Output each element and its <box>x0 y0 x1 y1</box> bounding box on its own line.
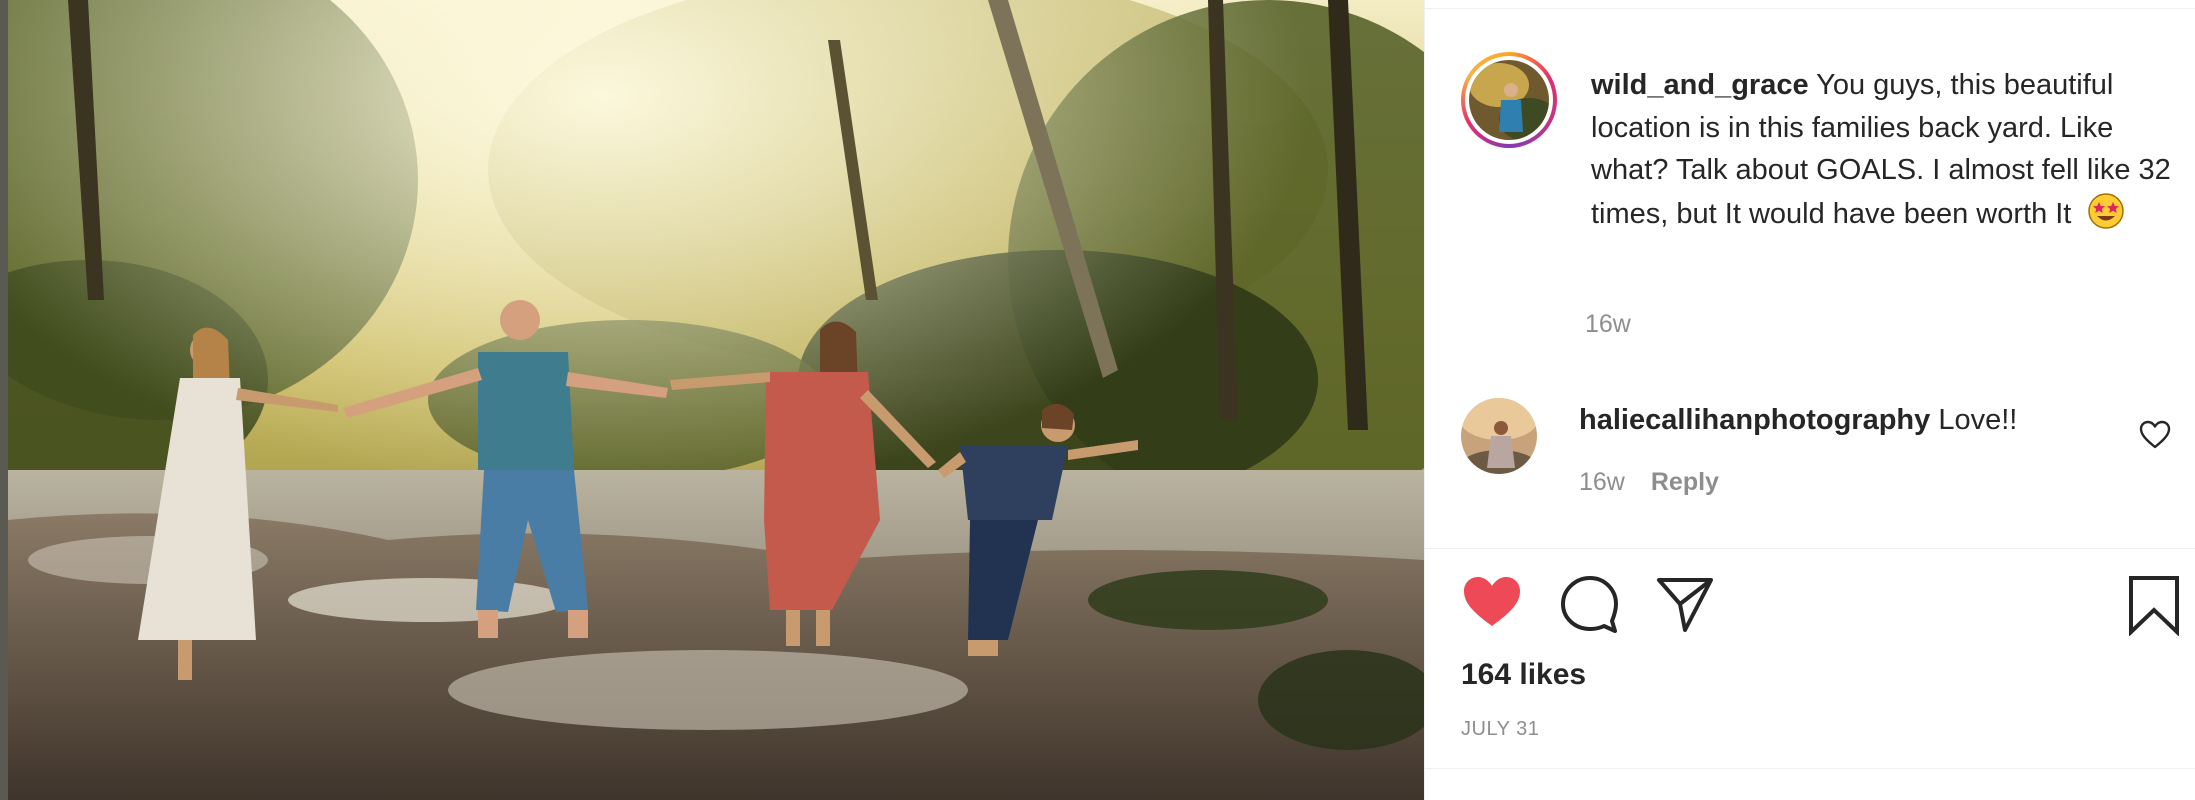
post-photo[interactable] <box>0 0 1424 800</box>
share-icon <box>1657 578 1713 632</box>
likes-count[interactable]: 164 likes <box>1461 658 1586 692</box>
like-button[interactable] <box>1461 574 1523 630</box>
divider <box>1425 768 2195 769</box>
comment-text: haliecallihanphotography Love!! <box>1579 402 2017 438</box>
share-button[interactable] <box>1655 574 1715 634</box>
post-image <box>8 0 1424 800</box>
caption: wild_and_grace You guys, this beautiful … <box>1461 52 2171 235</box>
author-avatar-story-ring[interactable] <box>1461 52 1557 148</box>
divider <box>1425 8 2195 9</box>
post-date[interactable]: JULY 31 <box>1461 718 1539 741</box>
comment-icon <box>1561 576 1618 633</box>
save-button[interactable] <box>2127 574 2181 636</box>
author-avatar[interactable] <box>1469 60 1549 140</box>
comment-button[interactable] <box>1559 574 1619 634</box>
comment-item: haliecallihanphotography Love!! 16w Repl… <box>1461 398 2181 497</box>
commenter-username[interactable]: haliecallihanphotography <box>1579 404 1930 436</box>
post-sidebar: wild_and_grace You guys, this beautiful … <box>1424 0 2195 800</box>
comment-content: Love!! <box>1938 404 2018 436</box>
comment-like-heart-icon[interactable] <box>2139 420 2171 450</box>
reply-button[interactable]: Reply <box>1651 468 1719 497</box>
instagram-post: wild_and_grace You guys, this beautiful … <box>0 0 2195 800</box>
caption-text: wild_and_grace You guys, this beautiful … <box>1591 64 2171 235</box>
bookmark-icon <box>2129 576 2179 636</box>
heart-icon <box>1464 577 1520 626</box>
comment-timestamp[interactable]: 16w <box>1579 468 1625 497</box>
star-struck-emoji-icon <box>2087 192 2125 230</box>
comment-body: haliecallihanphotography Love!! 16w Repl… <box>1579 402 2017 497</box>
action-bar <box>1461 574 2181 638</box>
author-username[interactable]: wild_and_grace <box>1591 69 1809 101</box>
commenter-avatar[interactable] <box>1461 398 1537 474</box>
comment-meta: 16w Reply <box>1579 468 2017 497</box>
caption-timestamp[interactable]: 16w <box>1585 310 1631 339</box>
divider <box>1425 548 2195 549</box>
